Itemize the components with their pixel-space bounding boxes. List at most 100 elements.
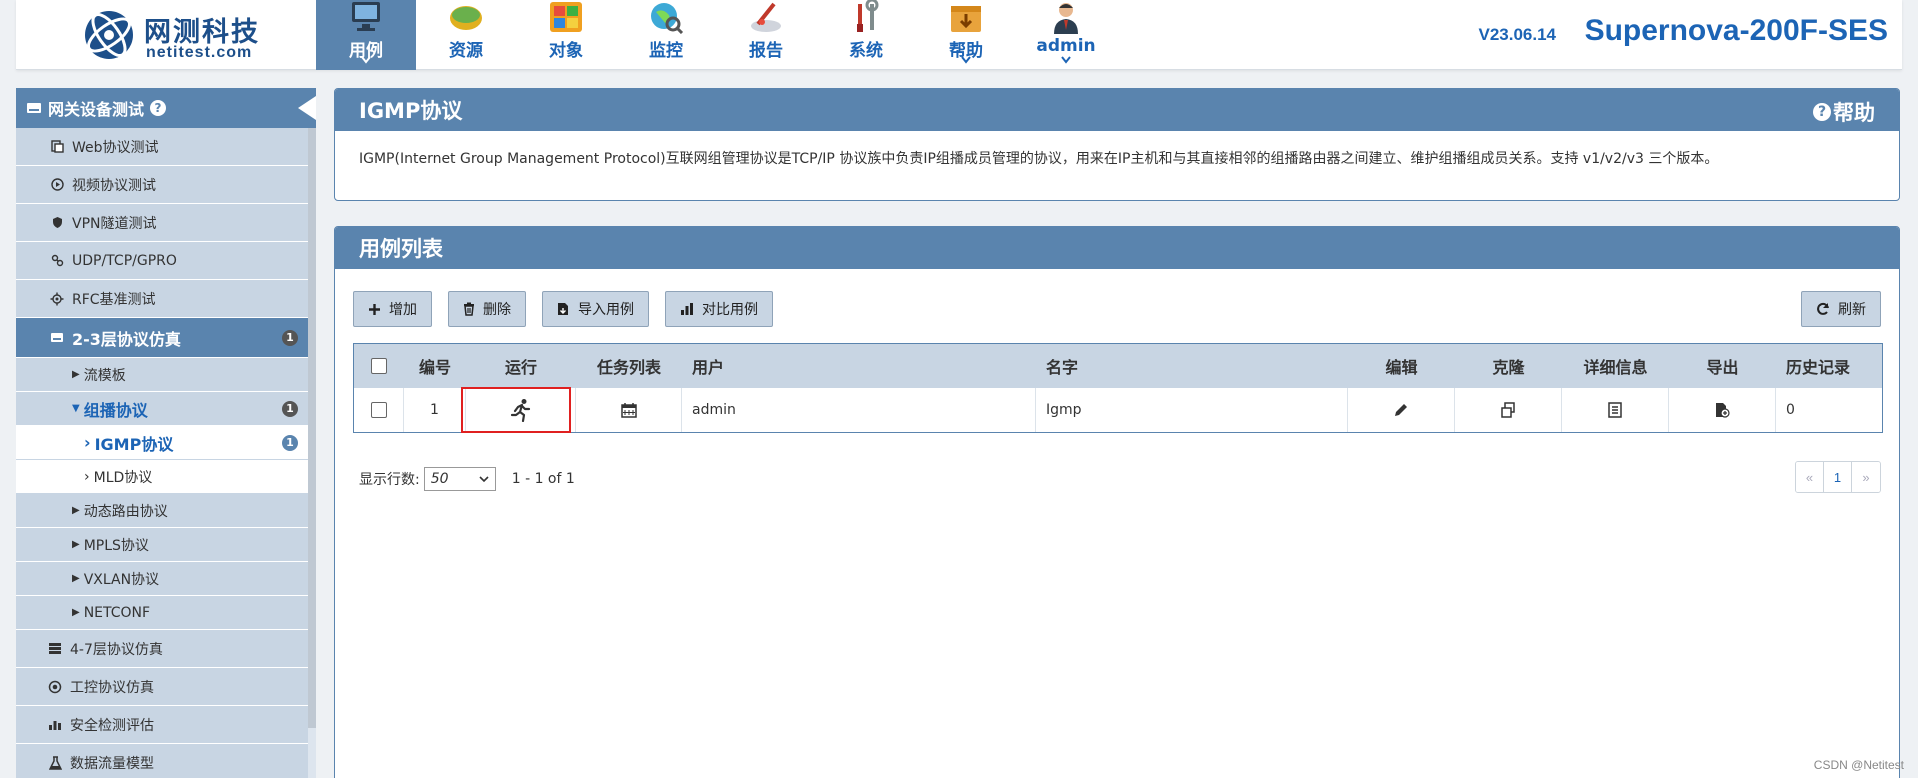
- nav-label: 报告: [749, 41, 783, 61]
- import-icon: [557, 302, 570, 316]
- add-button[interactable]: 增加: [353, 291, 432, 327]
- scrollbar-thumb[interactable]: [308, 128, 316, 728]
- cog-icon: [50, 292, 64, 306]
- detail-list-icon[interactable]: [1607, 402, 1623, 418]
- nav-system[interactable]: 系统: [816, 0, 916, 70]
- sidebar-item-l47[interactable]: 4-7层协议仿真: [16, 630, 316, 668]
- row-user: admin: [682, 388, 1036, 432]
- sidebar-sub-netconf[interactable]: ▶ NETCONF: [16, 596, 316, 630]
- nav-monitor[interactable]: 监控: [616, 0, 716, 70]
- nav-resource[interactable]: 资源: [416, 0, 516, 70]
- resource-icon: [450, 6, 482, 30]
- collapse-sidebar-icon[interactable]: [298, 96, 316, 120]
- delete-button[interactable]: 删除: [448, 291, 526, 327]
- sidebar-item-label: 视频协议测试: [72, 177, 156, 194]
- run-cell: [466, 388, 576, 432]
- server-icon: [48, 642, 62, 656]
- sidebar-item-label: 2-3层协议仿真: [72, 329, 181, 349]
- rows-per-page-value: 50: [430, 471, 449, 487]
- question-icon[interactable]: ?: [150, 100, 167, 116]
- sidebar-sub-flowtemplate[interactable]: ▶ 流模板: [16, 358, 316, 392]
- nav-label: 对象: [549, 41, 583, 61]
- tasks-cell: [576, 388, 682, 432]
- sidebar-sub-multicast[interactable]: ▼ 组播协议 1: [16, 392, 316, 426]
- sidebar-sub-label: NETCONF: [83, 604, 151, 621]
- logo-en-text: netitest.com: [146, 44, 253, 61]
- nav-usecase[interactable]: 用例: [316, 0, 416, 70]
- col-detail: 详细信息: [1583, 358, 1648, 377]
- select-all-checkbox[interactable]: [371, 358, 387, 374]
- sidebar-item-vpn[interactable]: VPN隧道测试: [16, 204, 316, 242]
- refresh-label: 刷新: [1838, 302, 1866, 318]
- sidebar-item-label: 安全检测评估: [70, 717, 154, 734]
- row-history[interactable]: 0: [1776, 388, 1882, 432]
- sidebar-item-label: 数据流量模型: [70, 755, 154, 772]
- nav-label: 资源: [449, 41, 483, 61]
- sidebar-item-web[interactable]: Web协议测试: [16, 128, 316, 166]
- sidebar-item-ics[interactable]: 工控协议仿真: [16, 668, 316, 706]
- help-link[interactable]: ? 帮助: [1813, 97, 1875, 127]
- sidebar-sub-label: 组播协议: [83, 400, 148, 420]
- page-button[interactable]: 1: [1824, 462, 1852, 492]
- export-icon[interactable]: [1714, 402, 1730, 418]
- sidebar-sub-mpls[interactable]: ▶ MPLS协议: [16, 528, 316, 562]
- sidebar-item-label: 4-7层协议仿真: [70, 641, 163, 658]
- count-badge: 1: [282, 434, 298, 451]
- detail-cell: [1562, 388, 1669, 432]
- nav-help[interactable]: 帮助: [916, 0, 1016, 70]
- case-list-title: 用例列表: [359, 237, 443, 261]
- sidebar-sub-routing[interactable]: ▶ 动态路由协议: [16, 494, 316, 528]
- compare-button[interactable]: 对比用例: [665, 291, 773, 327]
- sidebar-subsub-igmp[interactable]: › IGMP协议 1: [16, 426, 316, 460]
- first-page-button[interactable]: «: [1796, 462, 1824, 492]
- caret-right-icon: ▶: [72, 539, 80, 550]
- caret-right-icon: ▶: [72, 607, 80, 618]
- refresh-button[interactable]: 刷新: [1801, 291, 1881, 327]
- case-table: 编号 运行 任务列表 用户 名字 编辑 克隆 详细信息 导出 历史记录 1 ad…: [353, 343, 1883, 433]
- run-icon[interactable]: [509, 398, 533, 422]
- sidebar-subsub-mld[interactable]: › MLD协议: [16, 460, 316, 494]
- sidebar-sub-vxlan[interactable]: ▶ VXLAN协议: [16, 562, 316, 596]
- nav-report[interactable]: 报告: [716, 0, 816, 70]
- sidebar-item-video[interactable]: 视频协议测试: [16, 166, 316, 204]
- col-user[interactable]: 用户: [682, 344, 1036, 388]
- sidebar-item-l23[interactable]: 2-3层协议仿真 1: [16, 318, 316, 358]
- col-name[interactable]: 名字: [1036, 344, 1348, 388]
- nav-label: 监控: [649, 41, 683, 61]
- logo-globe-icon: [85, 11, 133, 59]
- shield-icon: [50, 216, 64, 230]
- record-range: 1 - 1 of 1: [511, 471, 575, 487]
- sidebar-item-traffic[interactable]: 数据流量模型: [16, 744, 316, 778]
- nav-label: 系统: [849, 41, 883, 61]
- case-list-header: 用例列表: [335, 227, 1899, 269]
- clone-icon[interactable]: [1500, 402, 1516, 418]
- rows-per-page-select[interactable]: 50: [423, 467, 496, 491]
- row-checkbox[interactable]: [370, 402, 387, 418]
- col-history: 历史记录: [1786, 358, 1851, 377]
- pencil-icon[interactable]: [1393, 402, 1409, 418]
- table-header: 编号 运行 任务列表 用户 名字 编辑 克隆 详细信息 导出 历史记录: [354, 344, 1882, 388]
- sidebar-item-label: RFC基准测试: [72, 291, 156, 308]
- calendar-icon[interactable]: [620, 402, 637, 418]
- row-select: [354, 388, 404, 432]
- sidebar-item-label: 工控协议仿真: [70, 679, 154, 696]
- chevron-down-icon: [1061, 56, 1071, 64]
- nav-object[interactable]: 对象: [516, 0, 616, 70]
- sidebar-item-rfc[interactable]: RFC基准测试: [16, 280, 316, 318]
- col-id[interactable]: 编号: [404, 344, 466, 388]
- sidebar-item-label: Web协议测试: [72, 139, 159, 156]
- sidebar: 网关设备测试 ? Web协议测试 视频协议测试 VPN隧道测试 UDP/TCP/…: [16, 88, 316, 778]
- export-cell: [1669, 388, 1776, 432]
- col-export: 导出: [1706, 358, 1739, 377]
- sidebar-item-udp[interactable]: UDP/TCP/GPRO: [16, 242, 316, 280]
- nav-admin[interactable]: admin: [1016, 0, 1116, 70]
- sidebar-item-security[interactable]: 安全检测评估: [16, 706, 316, 744]
- sidebar-scrollbar[interactable]: [308, 128, 316, 778]
- chevron-right-icon: ›: [84, 433, 91, 452]
- import-button[interactable]: 导入用例: [542, 291, 649, 327]
- sidebar-item-label: UDP/TCP/GPRO: [72, 252, 177, 269]
- last-page-button[interactable]: »: [1852, 462, 1880, 492]
- flask-icon: [48, 755, 62, 770]
- help-label: 帮助: [1833, 101, 1875, 125]
- row-name[interactable]: Igmp: [1036, 388, 1348, 432]
